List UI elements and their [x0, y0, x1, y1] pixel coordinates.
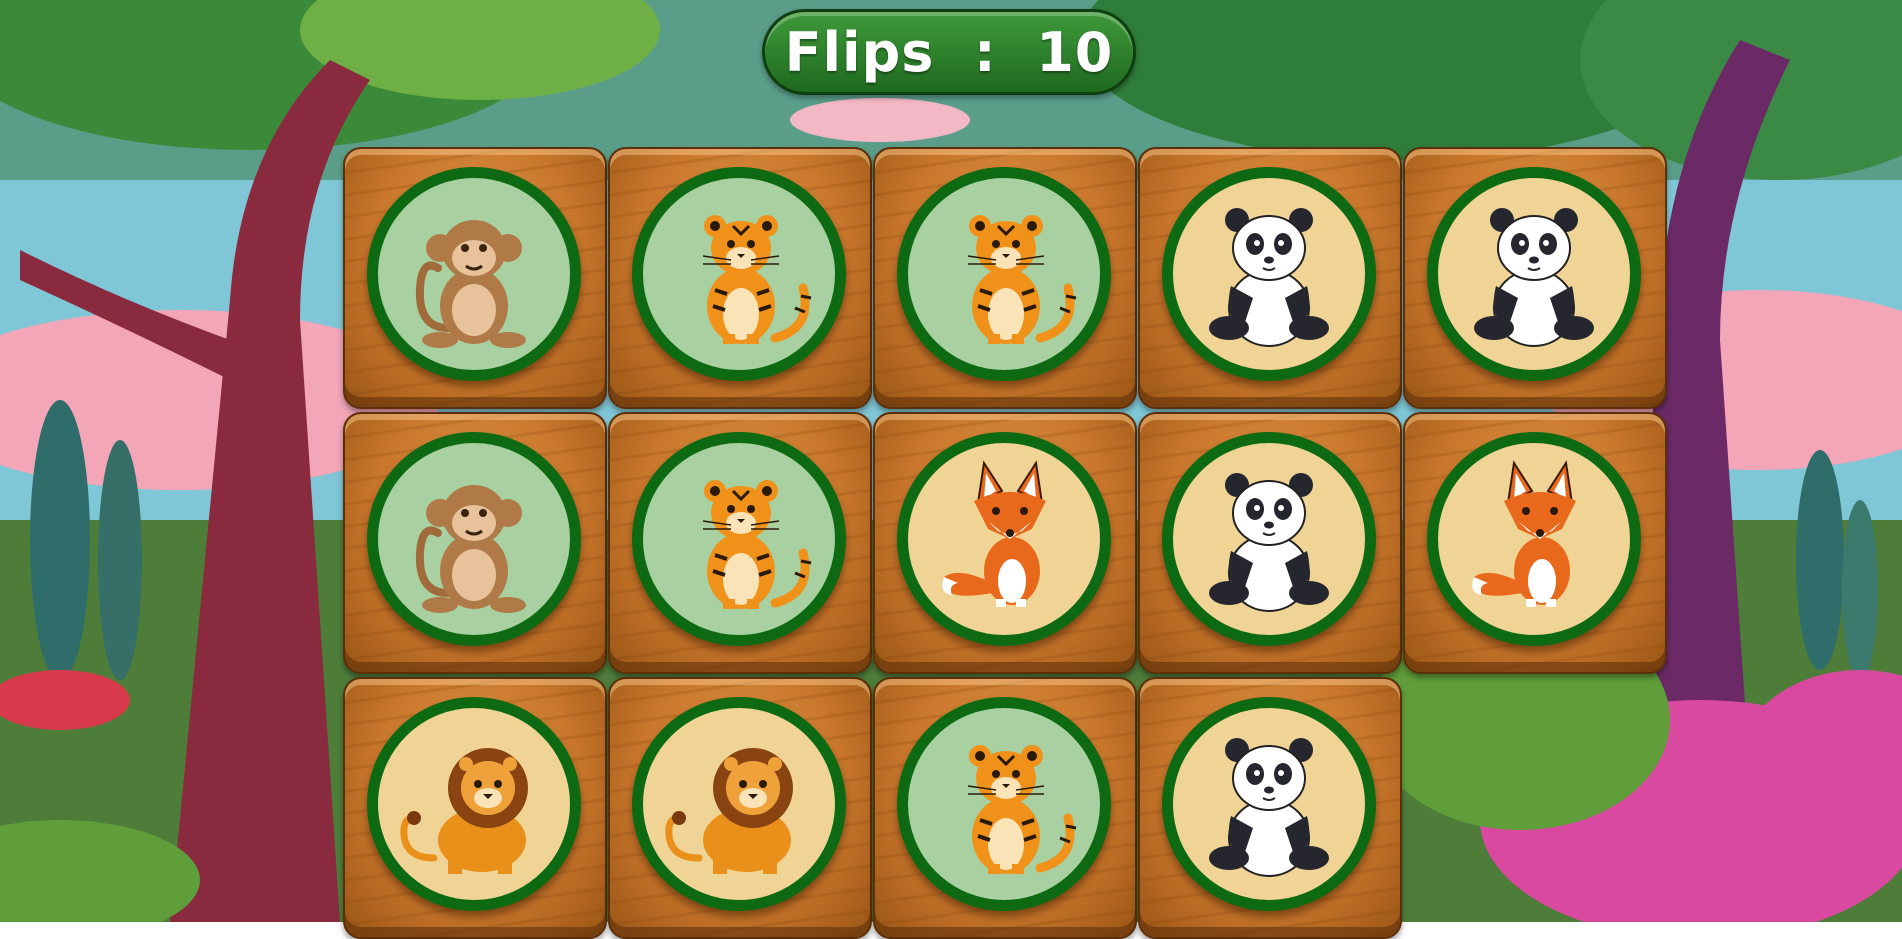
card-tile[interactable] [608, 677, 872, 939]
card-face [632, 167, 846, 381]
panda-icon [1474, 208, 1594, 347]
card-face [632, 432, 846, 646]
tiger-icon [967, 215, 1077, 344]
monkey-icon [415, 485, 526, 613]
card-tile[interactable] [343, 412, 607, 674]
lion-icon [665, 748, 793, 874]
card-tile[interactable] [1138, 147, 1402, 409]
card-face [632, 697, 846, 911]
flips-label: Flips [784, 20, 935, 84]
card-tile[interactable] [873, 677, 1137, 939]
card-tile[interactable] [1138, 677, 1402, 939]
card-tile[interactable] [1138, 412, 1402, 674]
card-tile[interactable] [608, 412, 872, 674]
card-face [1427, 432, 1641, 646]
card-tile[interactable] [343, 147, 607, 409]
card-tile[interactable] [608, 147, 872, 409]
card-face [1162, 697, 1376, 911]
card-tile[interactable] [1403, 412, 1667, 674]
fox-icon [942, 460, 1046, 607]
card-face [367, 167, 581, 381]
panda-icon [1209, 208, 1329, 347]
card-tile[interactable] [873, 147, 1137, 409]
card-tile[interactable] [1403, 147, 1667, 409]
flips-separator: : [973, 20, 997, 84]
panda-icon [1209, 738, 1329, 877]
card-face [1427, 167, 1641, 381]
card-face [1162, 167, 1376, 381]
tiger-icon [702, 215, 812, 344]
card-tile[interactable] [343, 677, 607, 939]
card-tile[interactable] [873, 412, 1137, 674]
card-face [1162, 432, 1376, 646]
flips-value: 10 [1036, 20, 1114, 84]
fox-icon [1472, 460, 1576, 607]
tiger-icon [967, 745, 1077, 874]
card-face [367, 697, 581, 911]
panda-icon [1209, 473, 1329, 612]
flips-counter: Flips : 10 [762, 9, 1136, 95]
card-face [897, 167, 1111, 381]
monkey-icon [415, 220, 526, 348]
card-face [897, 697, 1111, 911]
tiger-icon [702, 480, 812, 609]
lion-icon [400, 748, 528, 874]
card-face [367, 432, 581, 646]
card-face [897, 432, 1111, 646]
